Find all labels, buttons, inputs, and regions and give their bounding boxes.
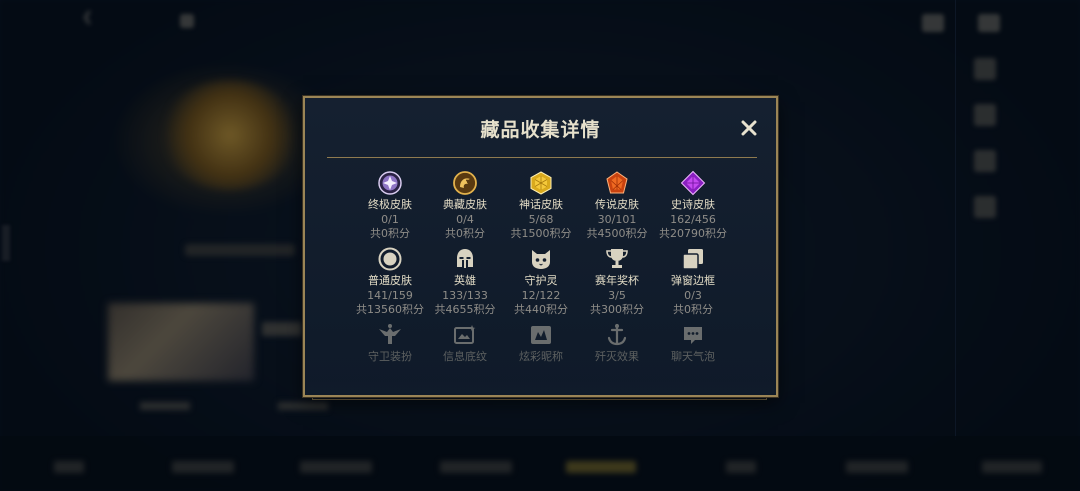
collection-item[interactable]: 聊天气泡 <box>648 322 738 364</box>
collection-item[interactable]: 弹窗边框 0/3 共0积分 <box>648 246 738 317</box>
mythic-skin-gem-icon <box>530 171 552 195</box>
hero-helmet-icon <box>457 249 473 268</box>
legendary-skin-gem-icon <box>606 171 628 194</box>
item-name: 史诗皮肤 <box>671 198 715 211</box>
item-count: 162/456 <box>670 213 716 226</box>
item-points: 共0积分 <box>673 303 713 316</box>
item-name: 聊天气泡 <box>671 350 715 363</box>
modal-title: 藏品收集详情 <box>480 119 601 141</box>
item-count: 0/3 <box>684 289 702 302</box>
normal-skin-ring-icon <box>378 247 402 271</box>
item-name: 弹窗边框 <box>671 274 715 287</box>
chat-bubble-icon <box>684 327 702 344</box>
close-icon <box>741 120 757 136</box>
season-trophy-icon <box>606 249 628 268</box>
info-background-icon <box>454 325 476 344</box>
colorful-nickname-icon <box>531 326 551 344</box>
title-divider <box>327 157 757 158</box>
collection-row: 守卫装扮 信息底纹 炫彩昵称 歼灭效果 聊天气泡 <box>315 322 770 402</box>
collection-row: 普通皮肤 141/159 共13560积分 英雄 133/133 共4655积分 <box>315 246 770 326</box>
collection-skin-dragon-icon <box>453 171 477 195</box>
guardian-spirit-icon <box>532 250 550 269</box>
item-points: 共20790积分 <box>659 227 727 240</box>
epic-skin-gem-icon <box>680 170 706 196</box>
ultimate-skin-gem-icon <box>378 171 402 195</box>
collection-item[interactable]: 史诗皮肤 162/456 共20790积分 <box>648 170 738 241</box>
guard-outfit-icon <box>379 324 401 344</box>
collection-row: 终极皮肤 0/1 共0积分 典藏皮肤 0/4 共0积分 神话皮肤 5/68 共1… <box>315 170 770 250</box>
close-button[interactable] <box>737 116 761 140</box>
kill-effect-icon <box>607 323 627 346</box>
popup-frame-icon <box>682 249 703 270</box>
collection-details-modal: 藏品收集详情 终极皮肤 0/1 共0积分 典藏皮肤 0/4 共0积分 神话皮肤 … <box>303 96 778 397</box>
